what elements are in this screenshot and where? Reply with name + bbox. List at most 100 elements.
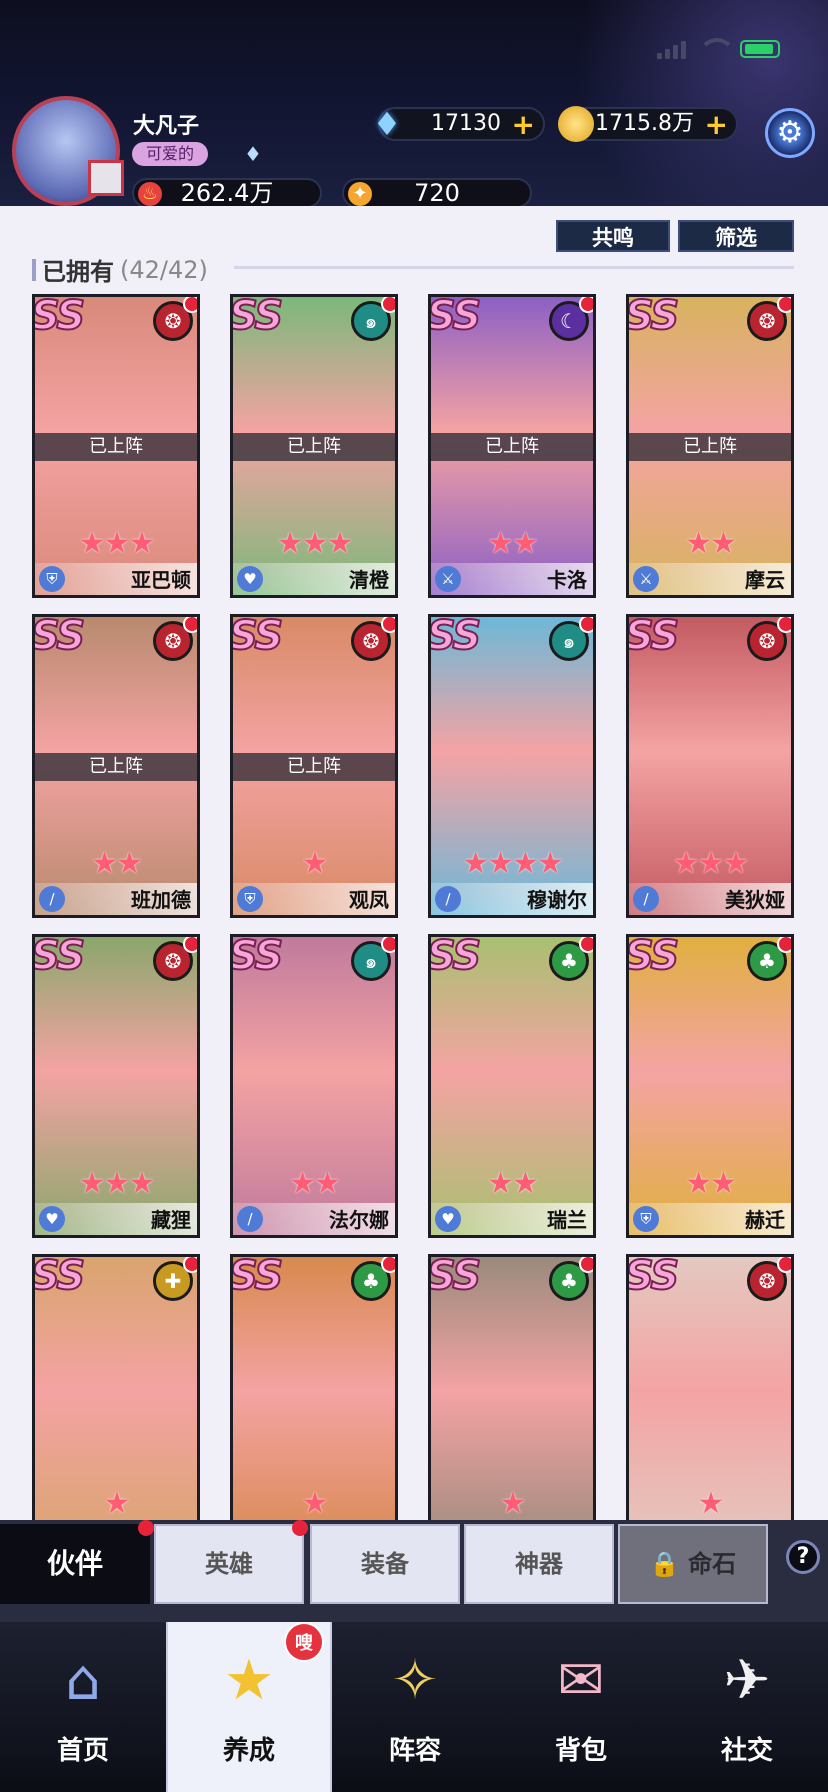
tab-2[interactable]: 装备 xyxy=(310,1524,460,1604)
rank-badge: SS xyxy=(230,1254,284,1300)
hero-name: 赫迁 xyxy=(745,1208,785,1232)
hero-card[interactable]: SS ๑已上阵 ★★★ ♥ 清橙 xyxy=(230,294,398,598)
hero-card[interactable]: SS ❂ 已上阵 ★★ ⚔ 摩云 xyxy=(626,294,794,598)
nav-item-3[interactable]: ✉ 背包 xyxy=(498,1622,664,1792)
help-icon[interactable]: ? xyxy=(786,1540,820,1574)
shield-role-icon: ⛨ xyxy=(39,566,65,592)
fire-icon: ♨ xyxy=(138,182,162,206)
hero-name: 摩云 xyxy=(745,568,785,592)
resonance-button[interactable]: 共鸣 xyxy=(556,220,670,252)
tab-3[interactable]: 神器 xyxy=(464,1524,614,1604)
hero-card[interactable]: SS ❂ ★★★ ∕ 美狄娅 xyxy=(626,614,794,918)
social-icon: ✈ xyxy=(723,1647,771,1713)
rank-badge: SS xyxy=(230,934,284,980)
hero-card[interactable]: SS ❂ ★ xyxy=(626,1254,794,1558)
hero-card[interactable]: SS ♣ ★★ ♥ 瑞兰 xyxy=(428,934,596,1238)
hero-card[interactable]: SS ♣ ★ xyxy=(230,1254,398,1558)
rank-badge: SS xyxy=(32,934,86,980)
sword-role-icon: ⚔ xyxy=(435,566,461,592)
add-gold-button[interactable]: + xyxy=(705,110,728,140)
nav-label: 养成 xyxy=(222,1736,275,1766)
section-count: (42/42) xyxy=(120,255,208,284)
star-rating: ★★★★ xyxy=(462,846,564,881)
rank-badge: SS xyxy=(428,934,482,980)
hero-card[interactable]: SS ☾ 已上阵 ★★ ⚔ 卡洛 xyxy=(428,294,596,598)
settings-gear-icon[interactable]: ⚙ xyxy=(765,108,815,158)
hero-card[interactable]: SS ❂ 已上阵 ★★★ ⛨ 亚巴顿 xyxy=(32,294,200,598)
heart-role-icon: ♥ xyxy=(237,566,263,592)
rank-badge: SS xyxy=(626,294,680,340)
star-rating: ★ xyxy=(301,846,329,881)
nav-item-0[interactable]: ⌂ 首页 xyxy=(0,1622,166,1792)
star-rating: ★★★ xyxy=(276,526,354,561)
level-stat: ✦ 720 xyxy=(342,178,532,206)
battery-icon xyxy=(740,40,780,58)
hero-card[interactable]: SS ๑ ★★ ∕ 法尔娜 xyxy=(230,934,398,1238)
notification-dot xyxy=(381,1257,395,1273)
claw-role-icon: ∕ xyxy=(237,1206,263,1232)
rank-badge: SS xyxy=(230,294,284,340)
tab-label: 神器 xyxy=(515,1550,563,1578)
rank-badge: SS xyxy=(626,614,680,660)
hero-card[interactable]: SS ✚ ★ xyxy=(32,1254,200,1558)
diamond-icon: ♦ xyxy=(372,105,402,143)
tab-label: 伙伴 xyxy=(46,1547,103,1580)
avatar[interactable] xyxy=(12,96,124,206)
notification-dot xyxy=(777,297,791,313)
notification-dot xyxy=(777,937,791,953)
sword-role-icon: ⚔ xyxy=(633,566,659,592)
hero-name: 穆谢尔 xyxy=(527,888,587,912)
deployed-label: 已上阵 xyxy=(233,753,395,781)
star-rating: ★★ xyxy=(685,1166,737,1201)
nav-item-2[interactable]: ✧ 阵容 xyxy=(332,1622,498,1792)
hero-card[interactable]: SS ๑ ★★★★ ∕ 穆谢尔 xyxy=(428,614,596,918)
level-value: 720 xyxy=(414,179,460,206)
notification-dot xyxy=(579,297,593,313)
rank-badge: SS xyxy=(32,294,86,340)
notification-dot xyxy=(183,297,197,313)
nav-label: 首页 xyxy=(56,1736,109,1766)
tab-1[interactable]: 英雄 xyxy=(154,1520,308,1604)
wifi-icon xyxy=(698,38,736,60)
star-upgrade-icon: ★ xyxy=(223,1647,275,1713)
power-stat: ♨ 262.4万 xyxy=(132,178,322,206)
star-rating: ★★ xyxy=(487,526,539,561)
star-badge-icon: ✦ xyxy=(348,182,372,206)
star-rating: ★ xyxy=(697,1486,725,1521)
diamond-counter: ♦ 17130 + xyxy=(373,107,545,141)
section-header: 已拥有 (42/42) xyxy=(32,252,208,287)
tab-0[interactable]: 伙伴 xyxy=(0,1520,154,1604)
category-tabs: 伙伴 英雄 装备 神器 🔒 命石 xyxy=(0,1520,828,1622)
hero-card[interactable]: SS ♣ ★ xyxy=(428,1254,596,1558)
tab-label: 命石 xyxy=(688,1550,737,1578)
star-rating: ★★★ xyxy=(78,526,156,561)
notification-dot xyxy=(579,617,593,633)
hero-card[interactable]: SS ❂ ★★★ ♥ 藏狸 xyxy=(32,934,200,1238)
notification-dot xyxy=(183,617,197,633)
notification-dot xyxy=(138,1520,154,1536)
notification-dot xyxy=(579,1257,593,1273)
formation-icon: ✧ xyxy=(391,1647,439,1713)
hero-card[interactable]: SS ❂ 已上阵 ★ ⛨ 观凤 xyxy=(230,614,398,918)
filter-button[interactable]: 筛选 xyxy=(678,220,794,252)
player-name: 大凡子 xyxy=(133,114,200,139)
bottom-nav: ⌂ 首页 ★ 养成 ✧ 阵容 ✉ 背包 ✈ 社交 xyxy=(0,1622,828,1792)
hero-card[interactable]: SS ♣ ★★ ⛨ 赫迁 xyxy=(626,934,794,1238)
shield-role-icon: ⛨ xyxy=(633,1206,659,1232)
tab-label: 英雄 xyxy=(205,1550,253,1578)
gold-counter: 1715.8万 + xyxy=(558,106,738,142)
hero-name: 观凤 xyxy=(349,888,389,912)
notification-dot xyxy=(777,617,791,633)
tab-4[interactable]: 🔒 命石 xyxy=(618,1524,768,1604)
nav-label: 背包 xyxy=(554,1736,607,1766)
rank-badge: SS xyxy=(626,934,680,980)
notification-dot xyxy=(381,617,395,633)
hero-card[interactable]: SS ❂ 已上阵 ★★ ∕ 班加德 xyxy=(32,614,200,918)
deployed-label: 已上阵 xyxy=(233,433,395,461)
star-rating: ★★ xyxy=(487,1166,539,1201)
notification-dot xyxy=(381,297,395,313)
star-rating: ★★ xyxy=(685,526,737,561)
notification-dot xyxy=(183,1257,197,1273)
add-diamond-button[interactable]: + xyxy=(512,110,535,140)
nav-item-4[interactable]: ✈ 社交 xyxy=(664,1622,828,1792)
